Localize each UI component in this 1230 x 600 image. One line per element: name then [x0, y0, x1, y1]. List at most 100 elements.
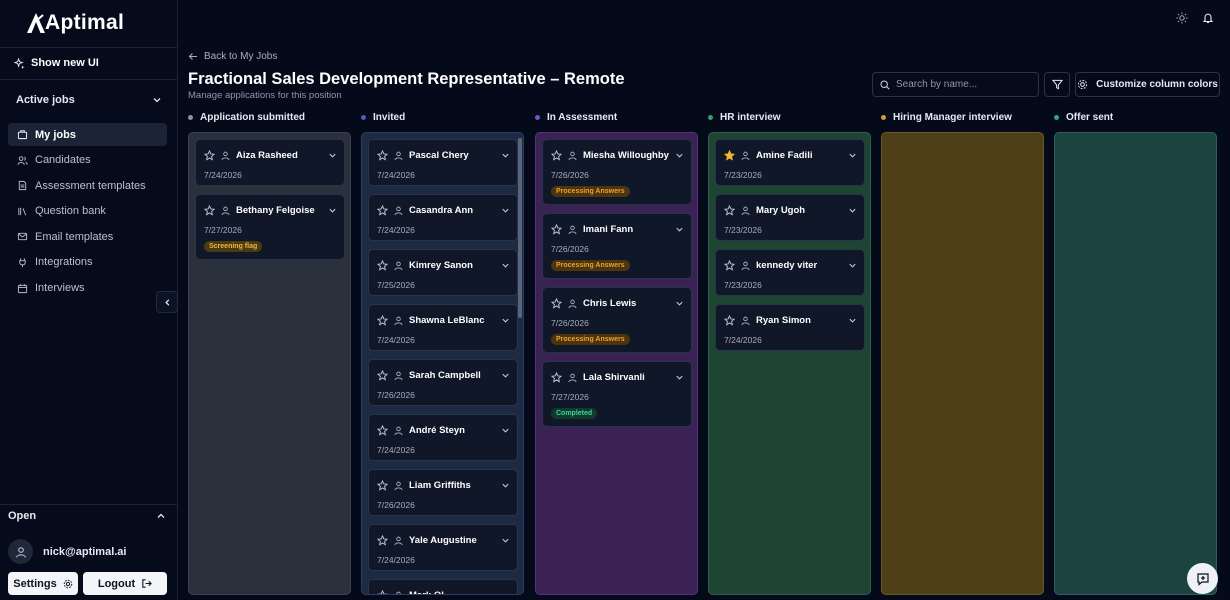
person-icon: [568, 225, 577, 234]
star-icon[interactable]: [377, 260, 388, 271]
star-icon[interactable]: [204, 205, 215, 216]
chevron-down-icon[interactable]: [675, 373, 684, 382]
star-icon[interactable]: [377, 150, 388, 161]
briefcase-icon: [17, 130, 28, 140]
star-icon[interactable]: [377, 590, 388, 595]
candidate-card[interactable]: Mary Ugoh 7/23/2026: [715, 194, 865, 241]
sidebar-item-question-bank[interactable]: Question bank: [8, 200, 167, 223]
chevron-down-icon[interactable]: [501, 371, 510, 380]
chevron-down-icon[interactable]: [848, 206, 857, 215]
star-icon[interactable]: [377, 205, 388, 216]
chevron-down-icon[interactable]: [501, 536, 510, 545]
star-icon[interactable]: [377, 535, 388, 546]
star-icon[interactable]: [377, 315, 388, 326]
search-input[interactable]: [896, 79, 1031, 90]
chevron-down-icon[interactable]: [501, 261, 510, 270]
chevron-down-icon[interactable]: [501, 151, 510, 160]
chevron-down-icon[interactable]: [848, 316, 857, 325]
sidebar-divider: [0, 47, 178, 48]
chevron-down-icon[interactable]: [501, 316, 510, 325]
candidate-card[interactable]: Lala Shirvanli 7/27/2026 Completed: [542, 361, 692, 427]
chevron-down-icon[interactable]: [328, 151, 337, 160]
chevron-down-icon[interactable]: [675, 299, 684, 308]
card-header: Casandra Ann: [377, 205, 510, 216]
candidate-card[interactable]: Imani Fann 7/26/2026 Processing Answers: [542, 213, 692, 279]
candidate-card[interactable]: Mark Ol: [368, 579, 518, 595]
candidate-card[interactable]: André Steyn 7/24/2026: [368, 414, 518, 461]
star-icon[interactable]: [204, 150, 215, 161]
star-icon[interactable]: [551, 150, 562, 161]
feedback-chat-button[interactable]: [1187, 563, 1218, 594]
active-jobs-toggle[interactable]: Active jobs: [16, 94, 162, 106]
candidate-card[interactable]: Kimrey Sanon 7/25/2026: [368, 249, 518, 296]
candidate-card[interactable]: Aiza Rasheed 7/24/2026: [195, 139, 345, 186]
star-icon[interactable]: [724, 150, 735, 161]
chevron-down-icon[interactable]: [501, 591, 510, 595]
collapse-sidebar-button[interactable]: [156, 291, 178, 313]
candidate-card[interactable]: Chris Lewis 7/26/2026 Processing Answers: [542, 287, 692, 353]
invited-column-scrollbar[interactable]: [518, 138, 522, 318]
column-header: Invited: [361, 112, 405, 123]
sidebar-item-label: Integrations: [35, 256, 93, 269]
candidate-card[interactable]: Pascal Chery 7/24/2026: [368, 139, 518, 186]
filter-button[interactable]: [1044, 72, 1070, 97]
sidebar-item-my-jobs[interactable]: My jobs: [8, 123, 167, 146]
person-icon: [221, 206, 230, 215]
open-section-toggle[interactable]: Open: [8, 510, 166, 522]
chevron-down-icon[interactable]: [675, 151, 684, 160]
bell-icon[interactable]: [1202, 12, 1214, 24]
candidate-card[interactable]: Sarah Campbell 7/26/2026: [368, 359, 518, 406]
show-new-ui-label: Show new UI: [31, 57, 99, 69]
logout-button[interactable]: Logout: [83, 572, 167, 595]
status-badge: Processing Answers: [551, 334, 630, 345]
sidebar-item-integrations[interactable]: Integrations: [8, 251, 167, 274]
page-title: Fractional Sales Development Representat…: [188, 70, 625, 88]
candidate-card[interactable]: Yale Augustine 7/24/2026: [368, 524, 518, 571]
application-date: 7/24/2026: [377, 445, 415, 455]
application-date: 7/26/2026: [377, 500, 415, 510]
sidebar-item-candidates[interactable]: Candidates: [8, 149, 167, 172]
candidate-card[interactable]: Liam Griffiths 7/26/2026: [368, 469, 518, 516]
settings-button[interactable]: Settings: [8, 572, 78, 595]
candidate-card[interactable]: Shawna LeBlanc 7/24/2026: [368, 304, 518, 351]
application-date: 7/24/2026: [377, 555, 415, 565]
star-icon[interactable]: [551, 372, 562, 383]
candidate-card[interactable]: Casandra Ann 7/24/2026: [368, 194, 518, 241]
star-icon[interactable]: [377, 370, 388, 381]
chevron-down-icon[interactable]: [501, 206, 510, 215]
star-icon[interactable]: [551, 298, 562, 309]
candidate-card[interactable]: Ryan Simon 7/24/2026: [715, 304, 865, 351]
star-icon[interactable]: [724, 260, 735, 271]
candidate-card[interactable]: kennedy viter 7/23/2026: [715, 249, 865, 296]
person-icon: [568, 373, 577, 382]
chevron-down-icon[interactable]: [501, 426, 510, 435]
star-icon[interactable]: [551, 224, 562, 235]
star-icon[interactable]: [724, 205, 735, 216]
customize-column-colors-button[interactable]: Customize column colors: [1075, 72, 1220, 97]
star-icon[interactable]: [377, 480, 388, 491]
kanban-column: Miesha Willoughby 7/26/2026 Processing Ans…: [535, 132, 698, 595]
chevron-down-icon[interactable]: [848, 151, 857, 160]
user-email: nick@aptimal.ai: [43, 545, 127, 558]
back-to-my-jobs-link[interactable]: Back to My Jobs: [188, 51, 277, 62]
application-date: 7/24/2026: [377, 225, 415, 235]
star-icon[interactable]: [377, 425, 388, 436]
aptimal-logo[interactable]: Aptimal: [26, 10, 124, 36]
active-jobs-label: Active jobs: [16, 94, 75, 106]
chevron-down-icon[interactable]: [328, 206, 337, 215]
theme-toggle-sun-icon[interactable]: [1176, 12, 1188, 24]
star-icon[interactable]: [724, 315, 735, 326]
candidate-name: Sarah Campbell: [409, 370, 481, 381]
candidate-card[interactable]: Bethany Felgoise 7/27/2026 Screening flag: [195, 194, 345, 260]
chevron-down-icon[interactable]: [848, 261, 857, 270]
chevron-down-icon[interactable]: [675, 225, 684, 234]
sidebar-item-assessment-templates[interactable]: Assessment templates: [8, 174, 167, 197]
sidebar-item-email-templates[interactable]: Email templates: [8, 225, 167, 248]
gear-icon: [63, 579, 72, 588]
show-new-ui-button[interactable]: Show new UI: [14, 57, 99, 69]
candidate-card[interactable]: Miesha Willoughby 7/26/2026 Processing Ans…: [542, 139, 692, 205]
user-profile[interactable]: nick@aptimal.ai: [8, 539, 126, 564]
chevron-down-icon[interactable]: [501, 481, 510, 490]
candidate-card[interactable]: Amine Fadili 7/23/2026: [715, 139, 865, 186]
sidebar-item-interviews[interactable]: Interviews: [8, 277, 167, 300]
